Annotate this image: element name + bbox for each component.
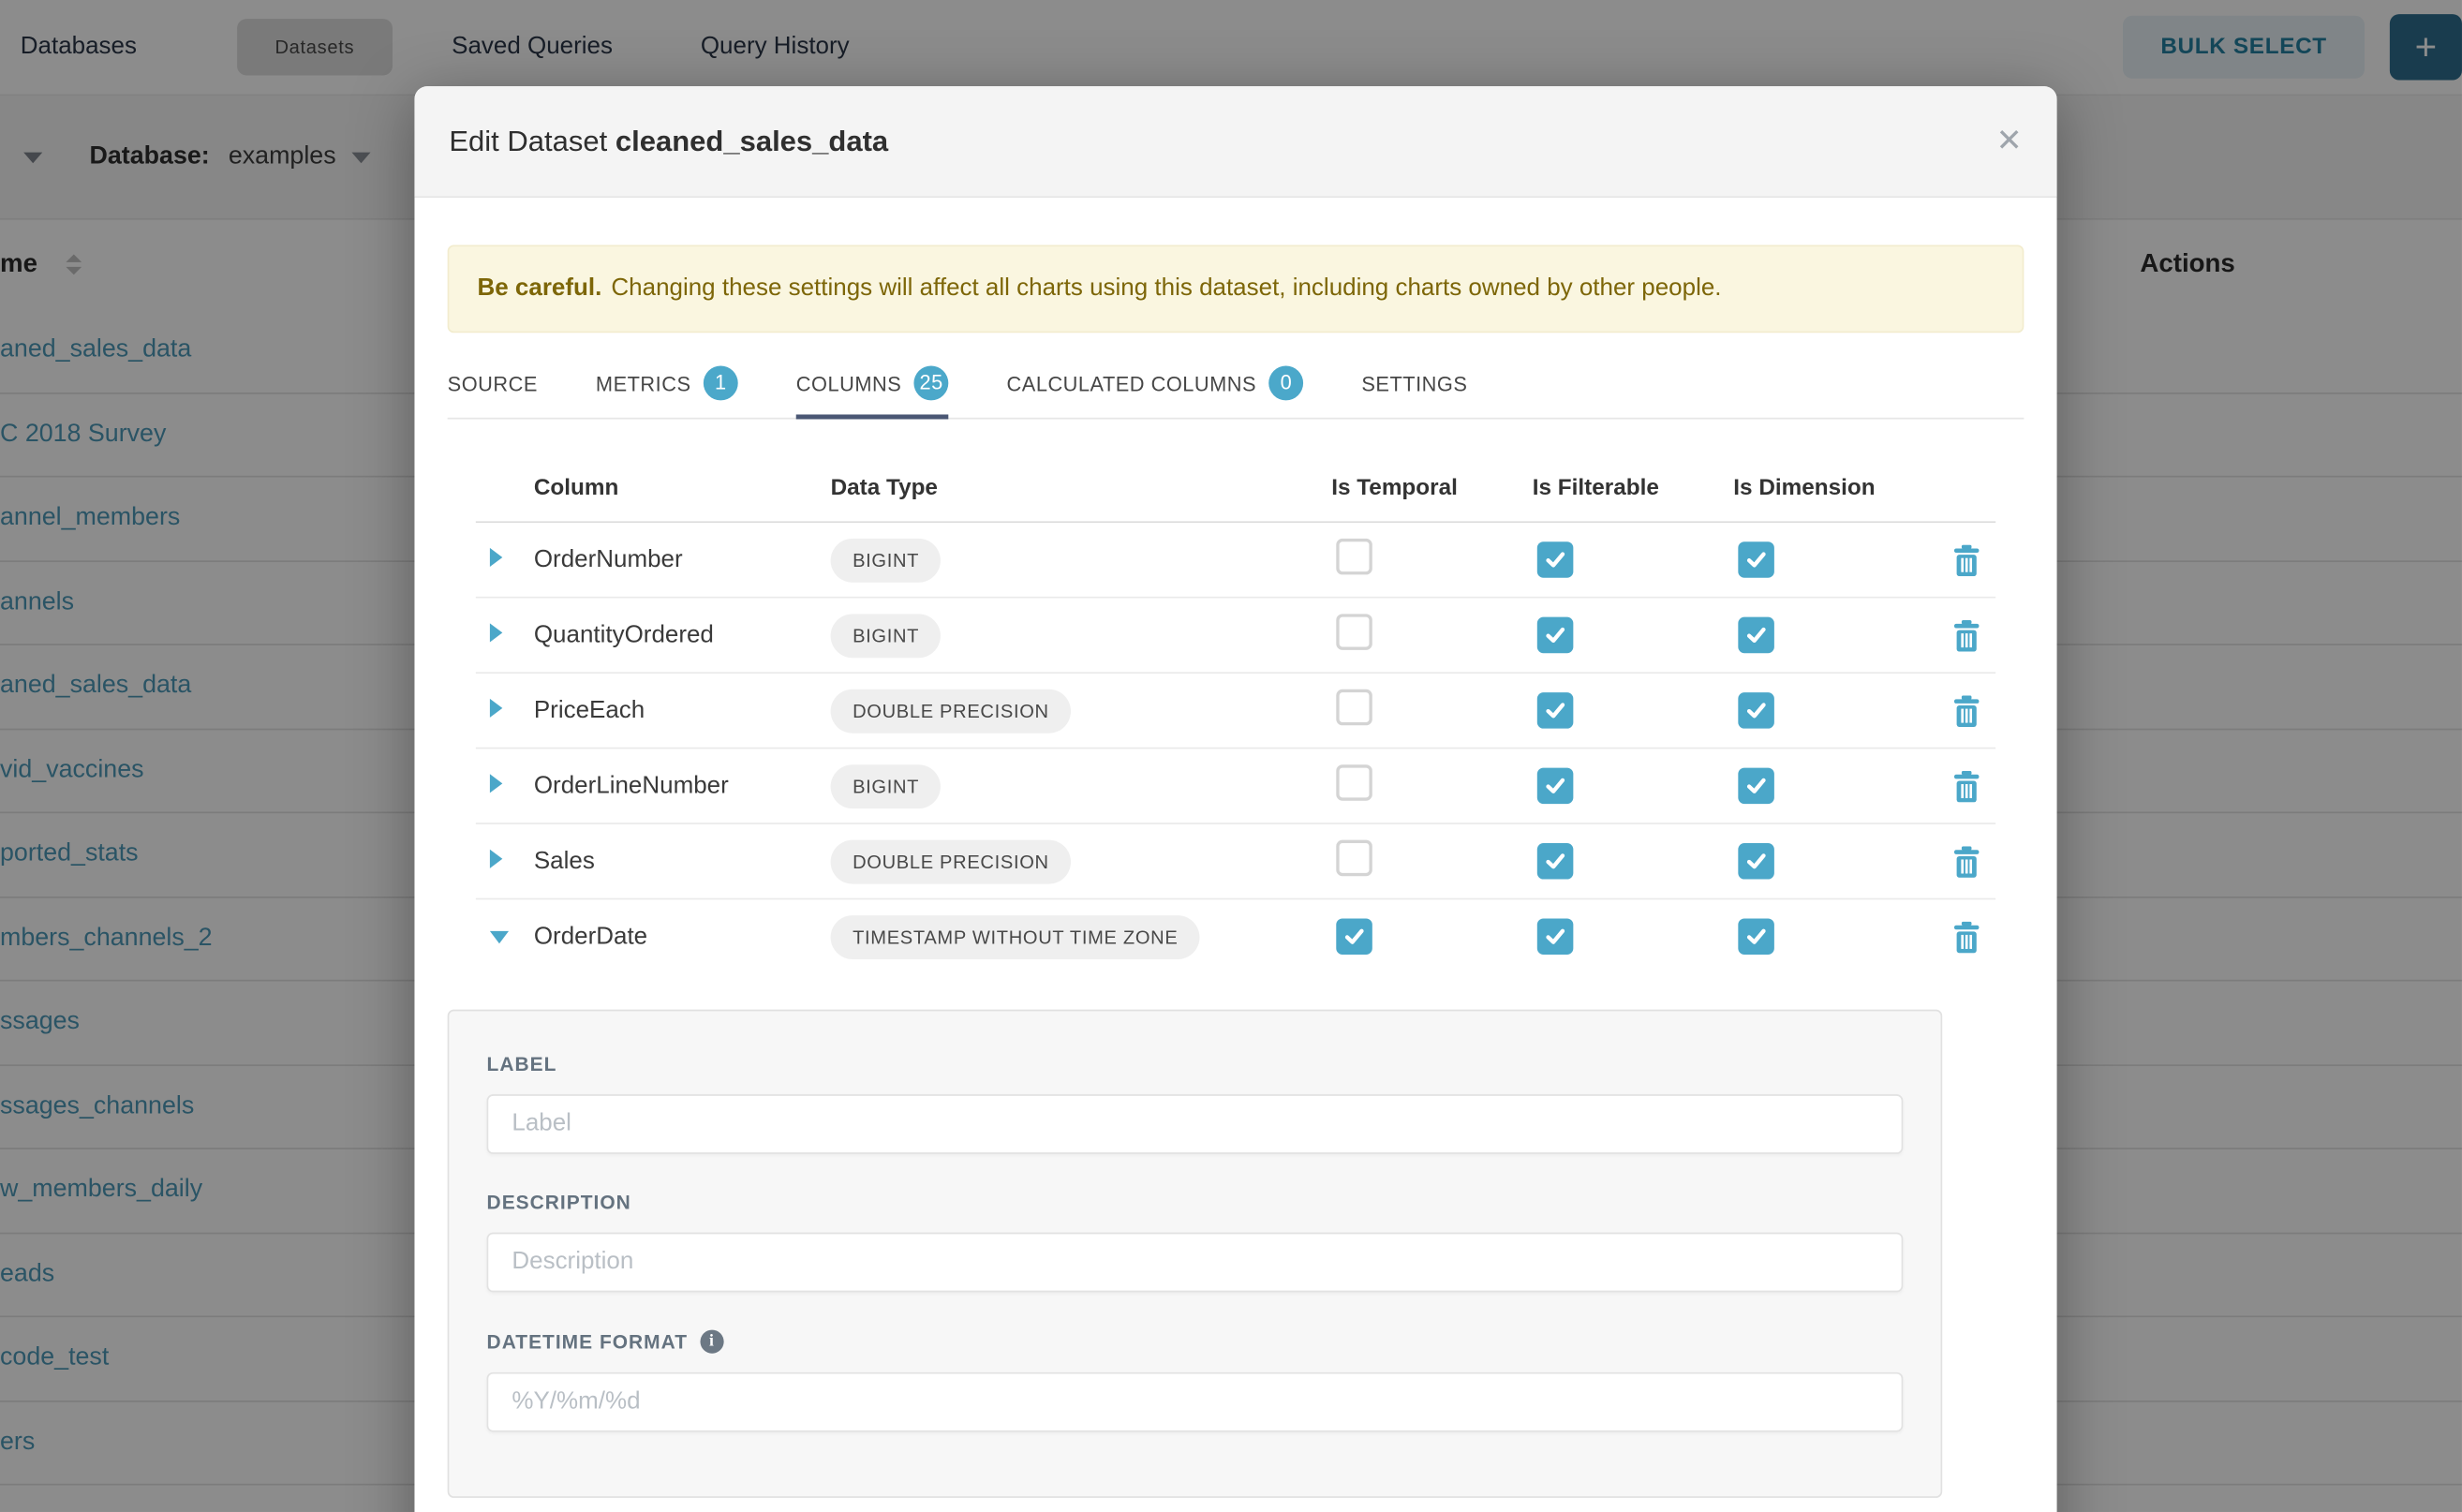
- is-filterable-checkbox[interactable]: [1537, 842, 1574, 879]
- expand-caret-icon[interactable]: [490, 698, 502, 717]
- data-type-badge: BIGINT: [831, 538, 942, 582]
- tab-count-badge: 1: [704, 366, 738, 401]
- column-row: QuantityOrdered BIGINT: [476, 599, 1995, 674]
- is-temporal-checkbox[interactable]: [1336, 538, 1372, 574]
- description-field-label: DESCRIPTION: [487, 1192, 1904, 1213]
- datetime-format-field-label: DATETIME FORMAT i: [487, 1330, 1904, 1354]
- columns-table: Column Data Type Is Temporal Is Filterab…: [476, 419, 1995, 973]
- collapse-caret-icon[interactable]: [490, 930, 509, 942]
- warning-bold: Be careful.: [478, 274, 602, 303]
- columns-table-header: Column Data Type Is Temporal Is Filterab…: [476, 419, 1995, 523]
- column-name: OrderNumber: [534, 545, 683, 571]
- trash-icon[interactable]: [1953, 921, 1980, 953]
- label-field: LABEL: [487, 1054, 1904, 1154]
- column-name: PriceEach: [534, 696, 645, 722]
- header-data-type: Data Type: [831, 476, 1332, 501]
- column-name: Sales: [534, 847, 595, 873]
- tab-count-badge: 25: [914, 366, 949, 401]
- data-type-badge: BIGINT: [831, 763, 942, 808]
- is-filterable-checkbox[interactable]: [1537, 616, 1574, 653]
- tab-columns[interactable]: COLUMNS 25: [796, 351, 949, 419]
- description-field: DESCRIPTION: [487, 1192, 1904, 1292]
- datetime-format-input[interactable]: [487, 1372, 1904, 1432]
- column-name: OrderDate: [534, 923, 647, 949]
- tab-label: SETTINGS: [1361, 371, 1467, 394]
- tab-label: SOURCE: [448, 371, 538, 394]
- header-column: Column: [534, 476, 831, 501]
- column-row: Sales DOUBLE PRECISION: [476, 824, 1995, 899]
- expand-caret-icon[interactable]: [490, 547, 502, 566]
- trash-icon[interactable]: [1953, 770, 1980, 802]
- tab-settings[interactable]: SETTINGS: [1361, 351, 1467, 419]
- tab-source[interactable]: SOURCE: [448, 351, 538, 419]
- is-filterable-checkbox[interactable]: [1537, 691, 1574, 728]
- expand-caret-icon[interactable]: [490, 849, 502, 867]
- column-name: OrderLineNumber: [534, 772, 729, 798]
- trash-icon[interactable]: [1953, 544, 1980, 576]
- header-is-dimension: Is Dimension: [1733, 476, 1933, 501]
- tab-metrics[interactable]: METRICS 1: [596, 351, 738, 419]
- modal-header: Edit Dataset cleaned_sales_data ✕: [414, 86, 2056, 198]
- data-type-badge: DOUBLE PRECISION: [831, 689, 1072, 733]
- is-filterable-checkbox[interactable]: [1537, 767, 1574, 804]
- is-filterable-checkbox[interactable]: [1537, 541, 1574, 577]
- modal-title: Edit Dataset cleaned_sales_data: [449, 124, 888, 158]
- close-icon[interactable]: ✕: [1996, 126, 2023, 157]
- label-input[interactable]: [487, 1094, 1904, 1154]
- tab-label: CALCULATED COLUMNS: [1007, 371, 1257, 394]
- edit-dataset-modal: Edit Dataset cleaned_sales_data ✕ Be car…: [414, 86, 2056, 1512]
- warning-text: Changing these settings will affect all …: [611, 274, 1721, 303]
- is-temporal-checkbox[interactable]: [1336, 689, 1372, 725]
- header-is-temporal: Is Temporal: [1331, 476, 1533, 501]
- columns-table-rows: OrderNumber BIGINT QuantityOrdered BIGIN…: [476, 523, 1995, 973]
- header-is-filterable: Is Filterable: [1533, 476, 1734, 501]
- is-filterable-checkbox[interactable]: [1537, 918, 1574, 955]
- label-field-label: LABEL: [487, 1054, 1904, 1075]
- column-row: OrderNumber BIGINT: [476, 523, 1995, 598]
- info-icon[interactable]: i: [700, 1330, 723, 1354]
- is-dimension-checkbox[interactable]: [1738, 541, 1774, 577]
- is-dimension-checkbox[interactable]: [1738, 918, 1774, 955]
- trash-icon[interactable]: [1953, 846, 1980, 878]
- column-detail-panel: LABEL DESCRIPTION DATETIME FORMAT i: [448, 1010, 1943, 1498]
- is-dimension-checkbox[interactable]: [1738, 616, 1774, 653]
- expand-caret-icon[interactable]: [490, 623, 502, 642]
- modal-tabs: SOURCE METRICS 1 COLUMNS 25 CALCULATED C…: [448, 351, 2024, 419]
- tab-label: COLUMNS: [796, 371, 901, 394]
- column-row: PriceEach DOUBLE PRECISION: [476, 674, 1995, 749]
- screen: Databases Datasets Saved Queries Query H…: [0, 0, 2462, 1512]
- is-dimension-checkbox[interactable]: [1738, 842, 1774, 879]
- warning-banner: Be careful. Changing these settings will…: [448, 245, 2024, 333]
- data-type-badge: TIMESTAMP WITHOUT TIME ZONE: [831, 914, 1200, 958]
- is-temporal-checkbox[interactable]: [1336, 613, 1372, 649]
- tab-label: METRICS: [596, 371, 691, 394]
- modal-body: Be careful. Changing these settings will…: [414, 198, 2056, 1498]
- is-dimension-checkbox[interactable]: [1738, 691, 1774, 728]
- expand-caret-icon[interactable]: [490, 773, 502, 792]
- datetime-format-field: DATETIME FORMAT i: [487, 1330, 1904, 1432]
- tab-count-badge: 0: [1268, 366, 1303, 401]
- column-name: QuantityOrdered: [534, 621, 714, 647]
- is-temporal-checkbox[interactable]: [1336, 918, 1372, 955]
- is-temporal-checkbox[interactable]: [1336, 839, 1372, 876]
- data-type-badge: DOUBLE PRECISION: [831, 839, 1072, 883]
- tab-calculated-columns[interactable]: CALCULATED COLUMNS 0: [1007, 351, 1304, 419]
- description-input[interactable]: [487, 1233, 1904, 1293]
- column-row: OrderLineNumber BIGINT: [476, 749, 1995, 823]
- is-temporal-checkbox[interactable]: [1336, 763, 1372, 800]
- column-row: OrderDate TIMESTAMP WITHOUT TIME ZONE: [476, 899, 1995, 973]
- data-type-badge: BIGINT: [831, 613, 942, 657]
- dataset-name: cleaned_sales_data: [616, 124, 888, 156]
- is-dimension-checkbox[interactable]: [1738, 767, 1774, 804]
- trash-icon[interactable]: [1953, 695, 1980, 727]
- trash-icon[interactable]: [1953, 619, 1980, 651]
